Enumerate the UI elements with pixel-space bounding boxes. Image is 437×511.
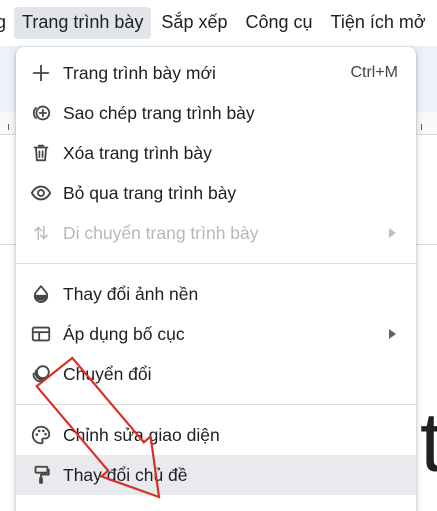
color-drop-icon: [30, 283, 52, 305]
menu-item-label: Bỏ qua trang trình bày: [63, 183, 237, 203]
menu-separator: [16, 263, 416, 264]
ruler-tick: [421, 124, 422, 130]
menu-item-label: Di chuyển trang trình bày: [63, 223, 259, 243]
palette-icon: [30, 424, 52, 446]
menu-separator: [16, 404, 416, 405]
menu-item-label: Chỉnh sửa giao diện: [63, 425, 220, 445]
menubar-item-arrange[interactable]: Sắp xếp: [153, 7, 235, 39]
menu-item-label: Xóa trang trình bày: [63, 143, 212, 163]
layout-icon: [30, 323, 52, 345]
menu-item-label: Thay đổi ảnh nền: [63, 284, 199, 304]
move-arrows-icon: [30, 222, 52, 244]
menubar-item-partial[interactable]: g: [0, 7, 12, 39]
menubar-item-tools[interactable]: Công cụ: [237, 7, 320, 39]
menu-item-label: Trang trình bày mới: [63, 63, 216, 83]
duplicate-icon: [30, 102, 52, 124]
trash-icon: [30, 142, 52, 164]
slide-menu-dropdown: Trang trình bày mới Ctrl+M Sao chép tran…: [16, 47, 416, 511]
menu-item-change-background[interactable]: Thay đổi ảnh nền: [16, 274, 416, 314]
menu-item-label: Chuyển đổi: [63, 364, 152, 384]
plus-icon: [30, 62, 52, 84]
menu-item-new-slide[interactable]: Trang trình bày mới Ctrl+M: [16, 53, 416, 93]
menu-item-delete-slide[interactable]: Xóa trang trình bày: [16, 133, 416, 173]
menu-item-label: Thay đổi chủ đề: [63, 465, 188, 485]
eye-icon: [30, 182, 52, 204]
slide-text-partial[interactable]: t: [420, 400, 437, 484]
submenu-arrow-icon: [389, 228, 396, 238]
transition-icon: [30, 363, 52, 385]
menu-item-transition[interactable]: Chuyển đổi: [16, 354, 416, 394]
menu-item-skip-slide[interactable]: Bỏ qua trang trình bày: [16, 173, 416, 213]
menu-bar: g Trang trình bày Sắp xếp Công cụ Tiện í…: [0, 0, 437, 46]
menu-item-label: Áp dụng bố cục: [63, 324, 185, 344]
menu-item-move-slide: Di chuyển trang trình bày: [16, 213, 416, 253]
menubar-item-slide[interactable]: Trang trình bày: [14, 7, 152, 39]
menu-item-apply-layout[interactable]: Áp dụng bố cục: [16, 314, 416, 354]
menu-item-change-theme[interactable]: Thay đổi chủ đề: [16, 455, 416, 495]
ruler-tick: [8, 124, 9, 130]
submenu-arrow-icon: [389, 329, 396, 339]
menu-item-edit-theme[interactable]: Chỉnh sửa giao diện: [16, 415, 416, 455]
menu-item-duplicate-slide[interactable]: Sao chép trang trình bày: [16, 93, 416, 133]
shortcut-text: Ctrl+M: [350, 64, 398, 81]
paint-roller-icon: [30, 464, 52, 486]
menubar-item-extensions[interactable]: Tiện ích mở: [323, 7, 434, 39]
menu-item-label: Sao chép trang trình bày: [63, 103, 255, 123]
